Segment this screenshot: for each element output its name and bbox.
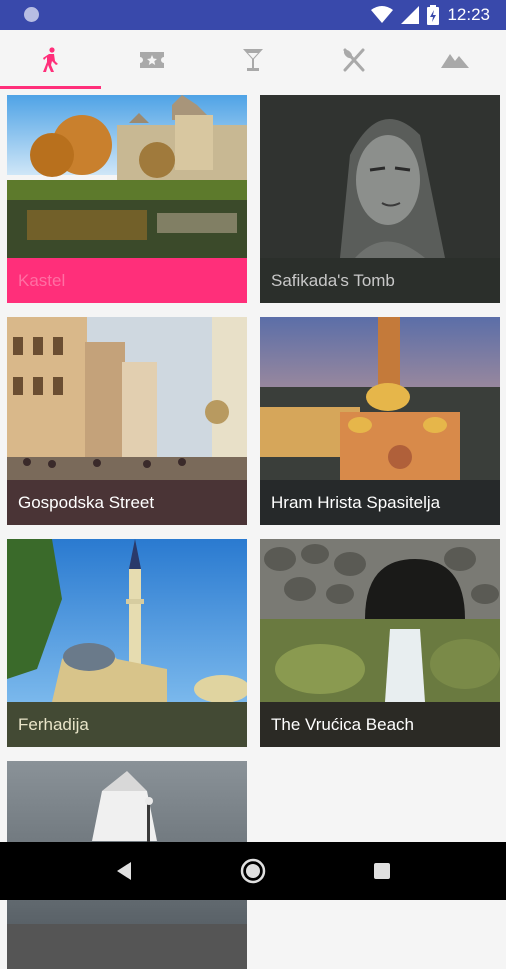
fork-knife-icon <box>343 48 365 71</box>
tab-sights[interactable] <box>0 30 102 89</box>
card-image <box>260 95 500 258</box>
card-image <box>260 539 500 702</box>
mountains-icon <box>441 53 470 68</box>
walking-person-icon <box>42 46 58 72</box>
card-label: The Vrućica Beach <box>260 702 500 747</box>
home-icon <box>240 858 266 884</box>
signal-icon <box>401 6 420 24</box>
card-gospodska-street[interactable]: Gospodska Street <box>7 317 247 525</box>
tab-restaurants[interactable] <box>304 30 405 89</box>
card-image <box>260 317 500 480</box>
card-label <box>7 924 247 969</box>
notification-dot-icon <box>24 7 39 22</box>
card-safikadas-tomb[interactable]: Safikada's Tomb <box>260 95 500 303</box>
status-bar: 12:23 <box>0 0 506 30</box>
card-label: Safikada's Tomb <box>260 258 500 303</box>
card-label: Ferhadija <box>7 702 247 747</box>
card-label: Gospodska Street <box>7 480 247 525</box>
tab-events[interactable] <box>101 30 202 89</box>
back-icon <box>117 862 132 880</box>
status-time: 12:23 <box>447 5 490 24</box>
nav-recents-button[interactable] <box>362 851 402 891</box>
recents-icon <box>373 863 390 879</box>
tab-nightlife[interactable] <box>202 30 303 89</box>
card-kastel[interactable]: Kastel <box>7 95 247 303</box>
card-ferhadija[interactable]: Ferhadija <box>7 539 247 747</box>
card-hram-hrista-spasitelja[interactable]: Hram Hrista Spasitelja <box>260 317 500 525</box>
card-label: Hram Hrista Spasitelja <box>260 480 500 525</box>
system-nav-bar <box>0 842 506 900</box>
tab-nature[interactable] <box>405 30 506 89</box>
card-image <box>7 95 247 258</box>
ticket-icon <box>139 51 164 68</box>
wifi-icon <box>371 6 394 23</box>
category-tabs <box>0 30 506 89</box>
card-image <box>7 317 247 480</box>
nav-back-button[interactable] <box>104 851 144 891</box>
card-label: Kastel <box>7 258 247 303</box>
card-the-vrucica-beach[interactable]: The Vrućica Beach <box>260 539 500 747</box>
nav-home-button[interactable] <box>233 851 273 891</box>
battery-icon <box>427 5 440 25</box>
cocktail-icon <box>243 48 263 71</box>
card-image <box>7 539 247 702</box>
